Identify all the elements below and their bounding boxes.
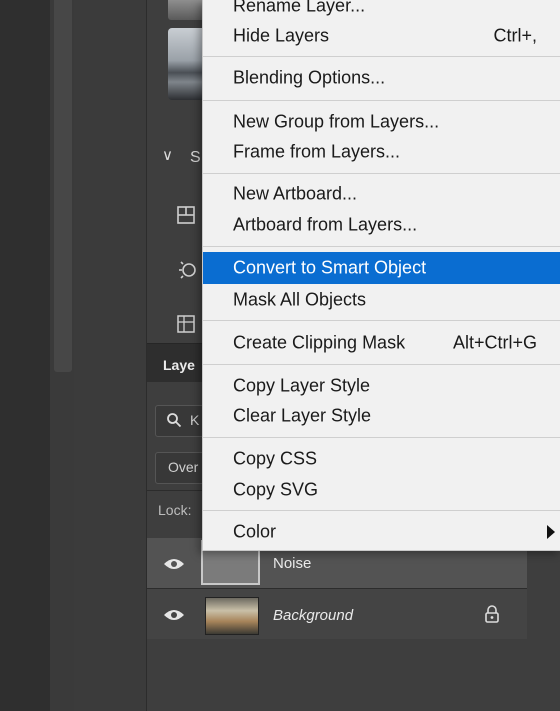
menu-item-label: New Group from Layers...	[233, 111, 440, 132]
layer-thumbnail[interactable]	[205, 597, 259, 635]
menu-item-label: Hide Layers	[233, 25, 330, 46]
layer-name[interactable]: Noise	[273, 555, 311, 572]
menu-item-label: Copy CSS	[233, 448, 318, 469]
menu-item-copy-css[interactable]: Copy CSS	[203, 444, 560, 474]
menu-item-label: Mask All Objects	[233, 289, 367, 310]
menu-item-shortcut: Alt+Ctrl+G	[452, 332, 537, 353]
filter-kind-label: K	[190, 412, 200, 428]
menu-item-label: Copy SVG	[233, 479, 319, 500]
menu-separator	[203, 510, 560, 511]
menu-separator	[203, 173, 560, 174]
menu-item-label: Artboard from Layers...	[233, 214, 418, 235]
eye-icon[interactable]	[163, 557, 185, 571]
menu-item-convert-to-smart-object[interactable]: Convert to Smart Object	[203, 252, 560, 284]
artboard-icon[interactable]	[176, 205, 196, 225]
menu-item-hide-layers[interactable]: Hide Layers Ctrl+,	[203, 21, 560, 51]
menu-item-label: Create Clipping Mask	[233, 332, 406, 353]
menu-item-color[interactable]: Color	[203, 517, 560, 547]
menu-separator	[203, 100, 560, 101]
menu-item-rename-layer[interactable]: Rename Layer...	[203, 0, 560, 21]
lock-label: Lock:	[158, 502, 192, 518]
blend-mode-value: Over	[168, 459, 199, 475]
lock-icon[interactable]	[484, 605, 500, 623]
menu-item-blending-options[interactable]: Blending Options...	[203, 63, 560, 93]
menu-item-label: Blending Options...	[233, 67, 386, 88]
layer-name[interactable]: Background	[273, 607, 353, 624]
eye-icon[interactable]	[163, 608, 185, 622]
menu-item-label: Copy Layer Style	[233, 375, 371, 396]
menu-separator	[203, 56, 560, 57]
search-icon	[167, 413, 182, 428]
menu-item-frame-from-layers[interactable]: Frame from Layers...	[203, 137, 560, 167]
menu-item-label: Color	[233, 521, 277, 542]
menu-item-mask-all-objects[interactable]: Mask All Objects	[203, 285, 560, 315]
menu-separator	[203, 246, 560, 247]
menu-item-new-artboard[interactable]: New Artboard...	[203, 179, 560, 209]
adjustment-icon[interactable]	[176, 258, 198, 282]
menu-item-label: Convert to Smart Object	[233, 257, 427, 278]
layer-context-menu: Rename Layer... Hide Layers Ctrl+, Blend…	[202, 0, 560, 551]
menu-item-artboard-from-layers[interactable]: Artboard from Layers...	[203, 210, 560, 240]
submenu-arrow-icon	[547, 525, 555, 539]
menu-item-new-group-from-layers[interactable]: New Group from Layers...	[203, 107, 560, 137]
preset-thumbnail[interactable]	[168, 28, 206, 100]
left-strip	[0, 0, 50, 711]
menu-item-label: Rename Layer...	[233, 0, 366, 16]
menu-separator	[203, 437, 560, 438]
menu-item-copy-layer-style[interactable]: Copy Layer Style	[203, 371, 560, 401]
menu-item-label: New Artboard...	[233, 183, 358, 204]
menu-item-create-clipping-mask[interactable]: Create Clipping Mask Alt+Ctrl+G	[203, 328, 560, 358]
section-label: S	[190, 149, 201, 166]
panel-gutter	[74, 0, 147, 711]
layers-tab[interactable]: Laye	[163, 357, 195, 373]
grid-icon[interactable]	[176, 314, 196, 334]
menu-item-label: Clear Layer Style	[233, 405, 372, 426]
menu-item-clear-layer-style[interactable]: Clear Layer Style	[203, 401, 560, 431]
menu-item-label: Frame from Layers...	[233, 141, 401, 162]
preset-thumbnail[interactable]	[168, 0, 206, 20]
menu-item-shortcut: Ctrl+,	[493, 25, 537, 46]
menu-separator	[203, 320, 560, 321]
scrollbar-thumb[interactable]	[54, 0, 72, 372]
chevron-down-icon[interactable]: ∨	[162, 146, 173, 164]
menu-separator	[203, 364, 560, 365]
menu-item-copy-svg[interactable]: Copy SVG	[203, 475, 560, 505]
